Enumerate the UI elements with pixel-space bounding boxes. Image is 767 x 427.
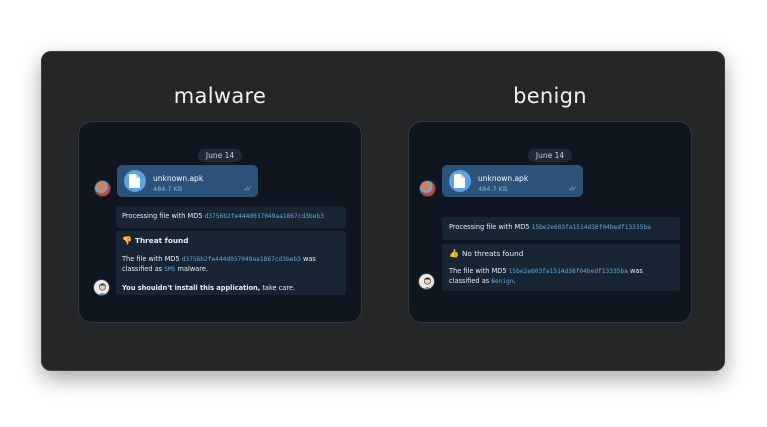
result-line2-suffix: . xyxy=(513,277,516,285)
user-avatar[interactable] xyxy=(418,273,435,290)
result-message: 👍 No threats found The file with MD5 15be… xyxy=(442,244,680,291)
bot-avatar[interactable] xyxy=(419,180,436,197)
processing-prefix: Processing file with MD5 xyxy=(449,223,532,231)
warning-bold: You shouldn't install this application, xyxy=(122,284,261,292)
double-check-icon: ✓✓ xyxy=(568,185,577,193)
warning-rest: take care. xyxy=(260,284,296,292)
chat-window-benign: June 14 unknown.apk 484.7 KB ✓✓ Processi… xyxy=(408,121,692,323)
panel-title-malware: malware xyxy=(173,84,267,108)
double-check-icon: ✓✓ xyxy=(243,185,252,193)
result-md5[interactable]: 15be2e603fa1514d38f04bedf13335ba xyxy=(509,268,628,275)
date-pill: June 14 xyxy=(197,149,243,162)
result-classification[interactable]: SMS xyxy=(164,266,175,273)
bot-avatar[interactable] xyxy=(94,180,111,197)
result-message: 👎 Threat found The file with MD5 d3756b2f… xyxy=(116,231,346,295)
file-message-bubble[interactable]: unknown.apk 484.7 KB ✓✓ xyxy=(117,165,258,197)
processing-prefix: Processing file with MD5 xyxy=(122,212,205,220)
result-line1-prefix: The file with MD5 xyxy=(449,267,509,275)
thumbs-down-icon: 👎 xyxy=(122,236,132,245)
thumbs-up-icon: 👍 xyxy=(449,249,459,258)
file-name: unknown.apk xyxy=(153,174,204,183)
comparison-card: malware June 14 unknown.apk 484.7 KB ✓✓ … xyxy=(41,51,725,371)
file-icon[interactable] xyxy=(124,170,146,192)
processing-md5[interactable]: d3756b2fe444d037049aa1867cd3beb3 xyxy=(205,213,324,220)
file-size: 484.7 KB xyxy=(478,185,508,193)
file-message-bubble[interactable]: unknown.apk 484.7 KB ✓✓ xyxy=(442,165,583,197)
result-md5[interactable]: d3756b2fe444d037049aa1867cd3beb3 xyxy=(182,256,301,263)
result-line1-suffix: was xyxy=(300,255,316,263)
result-line2-prefix: classified as xyxy=(122,265,165,273)
result-line2-prefix: classified as xyxy=(449,277,492,285)
result-heading: No threats found xyxy=(461,249,524,258)
result-heading: Threat found xyxy=(134,236,189,245)
user-avatar[interactable] xyxy=(93,279,110,296)
file-icon[interactable] xyxy=(449,170,471,192)
panel-title-benign: benign xyxy=(513,84,587,108)
date-pill: June 14 xyxy=(527,149,573,162)
processing-message: Processing file with MD5 15be2e603fa1514… xyxy=(442,217,680,240)
result-classification[interactable]: Benign xyxy=(491,278,513,285)
result-line1-prefix: The file with MD5 xyxy=(122,255,182,263)
file-name: unknown.apk xyxy=(478,174,529,183)
processing-md5[interactable]: 15be2e603fa1514d38f04bedf13335ba xyxy=(532,224,651,231)
file-size: 484.7 KB xyxy=(153,185,183,193)
chat-window-malware: June 14 unknown.apk 484.7 KB ✓✓ Processi… xyxy=(78,121,362,323)
result-line2-suffix: malware. xyxy=(175,265,208,273)
result-line1-suffix: was xyxy=(627,267,643,275)
processing-message: Processing file with MD5 d3756b2fe444d03… xyxy=(116,206,346,228)
